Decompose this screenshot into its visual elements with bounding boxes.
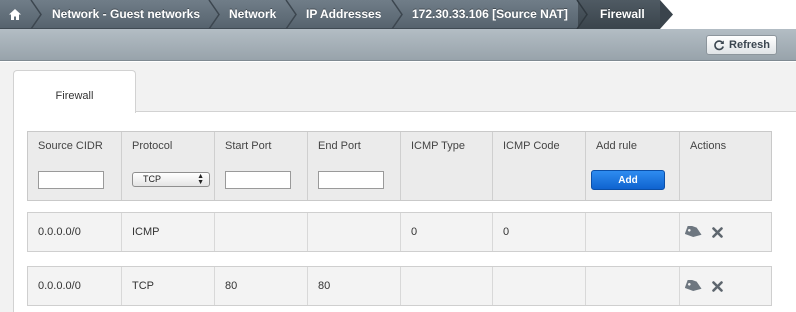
table-row: 0.0.0.0/0 TCP 80 80 (27, 266, 772, 306)
cell-protocol: TCP (122, 267, 215, 305)
cell-protocol: ICMP (122, 213, 215, 251)
select-arrows-icon: ▲ ▼ (197, 172, 204, 186)
breadcrumb-item-ip-addresses[interactable]: IP Addresses (306, 0, 381, 29)
col-source-cidr: Source CIDR (28, 132, 122, 200)
col-icmp-type: ICMP Type (401, 132, 493, 200)
breadcrumb-separator (30, 0, 42, 29)
cell-add-rule (586, 213, 680, 251)
cell-source-cidr: 0.0.0.0/0 (28, 213, 122, 251)
cell-end-port (308, 213, 401, 251)
cell-actions (680, 213, 771, 251)
breadcrumb-separator (576, 0, 588, 29)
breadcrumb-item-guest-networks[interactable]: Network - Guest networks (52, 0, 200, 29)
refresh-button[interactable]: Refresh (706, 35, 777, 55)
column-header: Source CIDR (38, 140, 103, 152)
tab-firewall-label: Firewall (55, 90, 94, 102)
cell-actions (680, 267, 771, 305)
cell-icmp-type (401, 267, 493, 305)
firewall-rule-form: Source CIDR Protocol TCP ▲ ▼ Start Port E… (27, 131, 772, 201)
column-header: Add rule (596, 140, 637, 152)
col-end-port: End Port (308, 132, 401, 200)
breadcrumb-tail (660, 0, 796, 29)
cell-source-cidr: 0.0.0.0/0 (28, 267, 122, 305)
add-rule-button[interactable]: Add (591, 170, 665, 190)
col-add-rule: Add rule Add (586, 132, 680, 200)
tag-icon[interactable] (685, 280, 703, 292)
delete-icon[interactable] (712, 227, 723, 238)
breadcrumb-item-firewall: Firewall (600, 7, 645, 21)
tab-firewall[interactable]: Firewall (13, 70, 136, 113)
col-protocol: Protocol TCP ▲ ▼ (122, 132, 215, 200)
add-rule-label: Add (618, 174, 638, 186)
breadcrumb: Network - Guest networks Network IP Addr… (0, 0, 796, 29)
breadcrumb-home[interactable] (0, 0, 30, 29)
end-port-input[interactable] (318, 171, 384, 189)
breadcrumb-separator (285, 0, 297, 29)
refresh-icon (714, 40, 724, 51)
column-header: ICMP Code (503, 140, 560, 152)
col-actions: Actions (680, 132, 771, 200)
cell-add-rule (586, 267, 680, 305)
column-header: Protocol (132, 140, 173, 152)
column-header: Start Port (225, 140, 272, 152)
protocol-select-value: TCP (143, 174, 161, 184)
cell-icmp-code: 0 (493, 213, 586, 251)
column-header: Actions (690, 140, 727, 152)
cell-end-port: 80 (308, 267, 401, 305)
start-port-input[interactable] (225, 171, 291, 189)
column-header: ICMP Type (411, 140, 466, 152)
column-header: End Port (318, 140, 361, 152)
toolbar: Refresh (0, 29, 796, 61)
breadcrumb-separator (208, 0, 220, 29)
cell-icmp-type: 0 (401, 213, 493, 251)
breadcrumb-separator (391, 0, 403, 29)
breadcrumb-end-arrow (660, 0, 673, 29)
protocol-select[interactable]: TCP ▲ ▼ (132, 172, 210, 187)
col-start-port: Start Port (215, 132, 308, 200)
home-icon (9, 9, 21, 20)
cell-start-port (215, 213, 308, 251)
col-icmp-code: ICMP Code (493, 132, 586, 200)
refresh-label: Refresh (729, 39, 770, 51)
breadcrumb-item-ip[interactable]: 172.30.33.106 [Source NAT] (412, 0, 568, 29)
tag-icon[interactable] (685, 226, 703, 238)
delete-icon[interactable] (712, 281, 723, 292)
breadcrumb-item-network[interactable]: Network (229, 0, 276, 29)
table-row: 0.0.0.0/0 ICMP 0 0 (27, 212, 772, 252)
source-cidr-input[interactable] (38, 171, 104, 189)
cell-start-port: 80 (215, 267, 308, 305)
cell-icmp-code (493, 267, 586, 305)
